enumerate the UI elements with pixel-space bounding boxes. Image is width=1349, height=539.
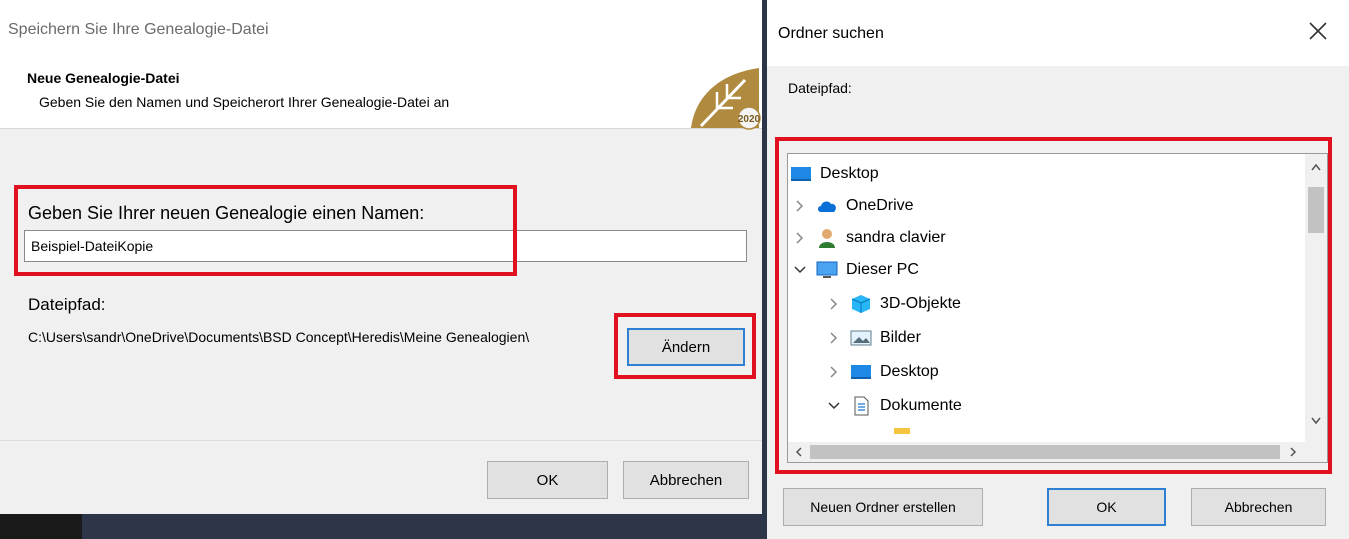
- highlight-change-box: [614, 313, 756, 379]
- footer-divider: [0, 440, 762, 441]
- right-ok-button[interactable]: OK: [1047, 488, 1166, 526]
- header-subtitle: Geben Sie den Namen und Speicherort Ihre…: [39, 94, 450, 110]
- left-titlebar: Speichern Sie Ihre Genealogie-Datei: [0, 0, 762, 62]
- right-titlebar: Ordner suchen: [767, 0, 1349, 66]
- left-dialog-header: Neue Genealogie-Datei Geben Sie den Name…: [0, 62, 762, 130]
- left-ok-button[interactable]: OK: [487, 461, 608, 499]
- highlight-name-box: [14, 185, 517, 276]
- logo-year: 2020: [738, 114, 761, 125]
- right-dialog-title: Ordner suchen: [778, 25, 884, 42]
- close-icon[interactable]: [1307, 20, 1329, 42]
- left-dialog-title: Speichern Sie Ihre Genealogie-Datei: [8, 21, 269, 38]
- path-label: Dateipfad:: [28, 295, 106, 314]
- right-path-label: Dateipfad:: [788, 80, 852, 96]
- path-value: C:\Users\sandr\OneDrive\Documents\BSD Co…: [28, 329, 530, 345]
- right-cancel-button[interactable]: Abbrechen: [1191, 488, 1326, 526]
- new-folder-button[interactable]: Neuen Ordner erstellen: [783, 488, 983, 526]
- left-cancel-button[interactable]: Abbrechen: [623, 461, 749, 499]
- heredis-logo-icon: 2020: [691, 68, 761, 130]
- highlight-tree-box: [775, 137, 1332, 474]
- background-taskbar: [0, 514, 82, 539]
- header-title: Neue Genealogie-Datei: [27, 70, 180, 86]
